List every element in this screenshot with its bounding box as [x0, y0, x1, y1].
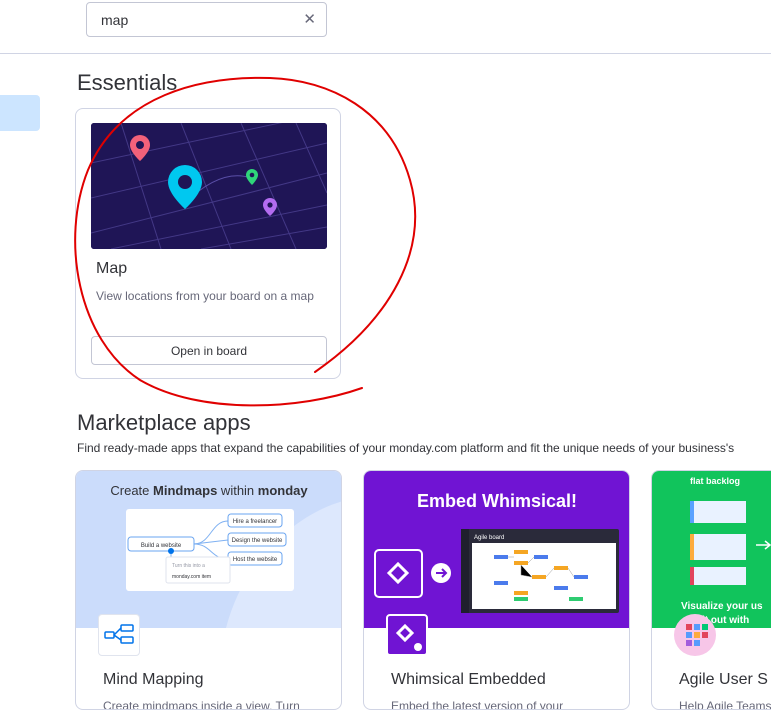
- whimsical-logo-icon: [386, 614, 428, 656]
- agile-banner: flat backlog Visualize your us it out wi…: [652, 471, 771, 628]
- svg-text:Visualize your us: Visualize your us: [681, 601, 763, 612]
- essentials-heading: Essentials: [77, 70, 178, 95]
- mind-banner-title: Create Mindmaps within monday: [110, 483, 308, 498]
- app-name: Agile User S: [679, 671, 768, 688]
- svg-text:Design the website: Design the website: [232, 538, 283, 544]
- app-card-whimsical[interactable]: Embed Whimsical! Agile board Whimsical E…: [363, 470, 630, 710]
- svg-text:Embed Whimsical!: Embed Whimsical!: [417, 491, 577, 511]
- svg-text:flat backlog: flat backlog: [690, 476, 740, 486]
- mind-mapping-logo-icon: [98, 614, 140, 656]
- agile-logo-icon: [674, 614, 716, 656]
- svg-text:Agile board: Agile board: [474, 535, 504, 541]
- app-card-mind-mapping[interactable]: Create Mindmaps within monday Build a we…: [75, 470, 342, 710]
- map-illustration: [91, 123, 327, 249]
- svg-text:Hire a freelancer: Hire a freelancer: [233, 519, 277, 525]
- marketplace-heading: Marketplace apps: [77, 410, 251, 435]
- card-description: View locations from your board on a map: [96, 289, 314, 303]
- app-name: Mind Mapping: [103, 671, 204, 688]
- app-card-agile-user-stories[interactable]: flat backlog Visualize your us it out wi…: [651, 470, 771, 710]
- search-input[interactable]: [101, 11, 291, 29]
- svg-text:monday.com item: monday.com item: [172, 574, 211, 580]
- marketplace-subtitle: Find ready-made apps that expand the cap…: [77, 441, 735, 455]
- svg-text:Build a website: Build a website: [141, 543, 182, 549]
- map-app-card[interactable]: Map View locations from your board on a …: [75, 108, 341, 379]
- top-bar: ✕: [0, 0, 771, 54]
- open-in-board-button[interactable]: Open in board: [91, 336, 327, 365]
- card-title: Map: [96, 260, 128, 277]
- mind-mapping-banner: Create Mindmaps within monday Build a we…: [76, 471, 341, 628]
- svg-text:Host the website: Host the website: [233, 557, 278, 563]
- svg-text:Turn this into a: Turn this into a: [172, 563, 205, 569]
- sidebar-selected-item[interactable]: [0, 95, 40, 131]
- search-box[interactable]: ✕: [86, 2, 327, 37]
- whimsical-banner: Embed Whimsical! Agile board: [364, 471, 629, 628]
- clear-search-icon[interactable]: ✕: [303, 11, 316, 29]
- app-name: Whimsical Embedded: [391, 671, 546, 688]
